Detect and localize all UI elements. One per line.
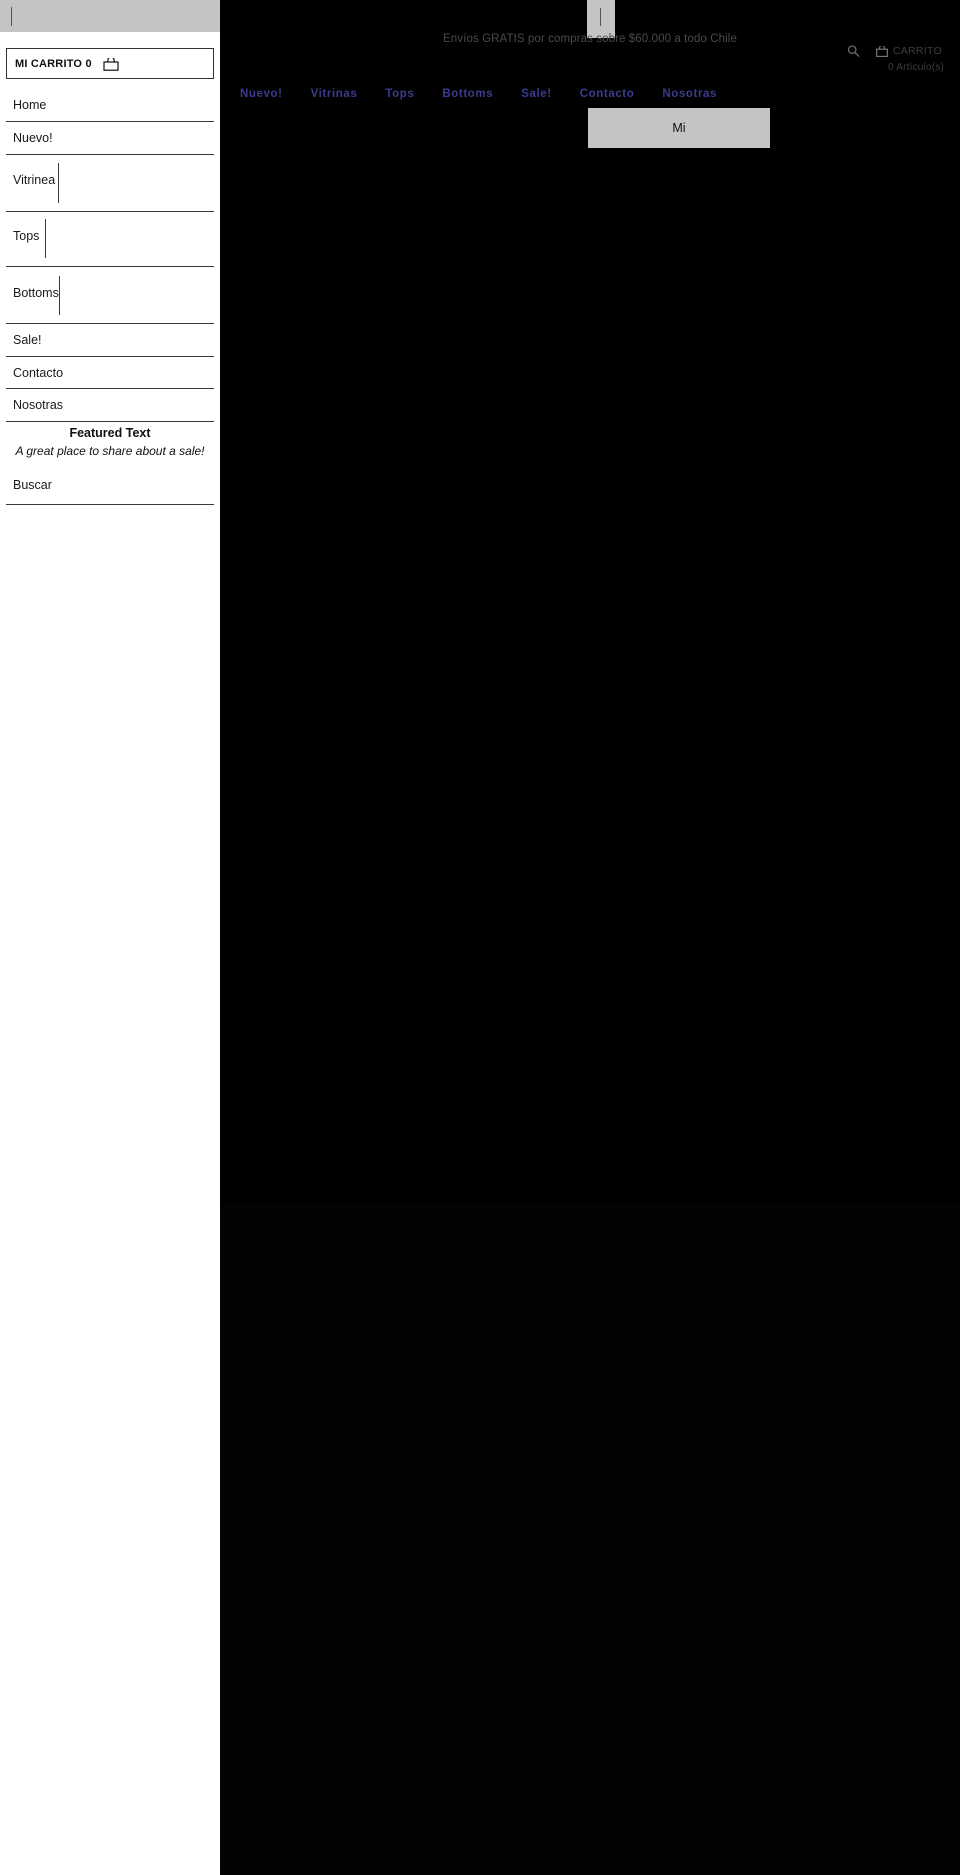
submenu-indicator-icon	[59, 276, 60, 315]
menu-item-label: Buscar	[13, 478, 52, 492]
site-lower-region	[220, 1205, 960, 1875]
submenu-indicator-icon	[45, 219, 46, 258]
mini-cart-label: MI CARRITO 0	[15, 58, 92, 70]
mini-cart-button[interactable]: MI CARRITO 0	[6, 48, 214, 79]
nav-link-bottoms[interactable]: Bottoms	[428, 88, 507, 100]
site-upper-region	[220, 0, 960, 1205]
menu-collapse-caret-icon	[11, 7, 12, 26]
cart-items-count: 0 Artículo(s)	[888, 62, 944, 73]
menu-item-label: Bottoms	[13, 286, 59, 300]
featured-text-block: Featured Text A great place to share abo…	[6, 424, 214, 460]
page-root: Envíos GRATIS por compras sobre $60.000 …	[0, 0, 960, 1875]
menu-item-label: Home	[13, 98, 47, 112]
menu-item-contacto[interactable]: Contacto	[6, 357, 214, 389]
mobile-menu-panel: MI CARRITO 0 Home Nuevo! Vitrinea Tops B…	[0, 0, 220, 1875]
nav-link-nuevo[interactable]: Nuevo!	[226, 88, 297, 100]
nav-link-sale[interactable]: Sale!	[507, 88, 566, 100]
menu-item-vitrinea[interactable]: Vitrinea	[6, 155, 214, 212]
account-panel-label: Mi	[672, 121, 686, 135]
search-icon[interactable]	[847, 44, 860, 58]
menu-item-home[interactable]: Home	[6, 88, 214, 122]
menu-item-bottoms[interactable]: Bottoms	[6, 267, 214, 324]
shopping-bag-icon	[103, 58, 119, 71]
menu-item-label: Vitrinea	[13, 173, 56, 187]
menu-item-buscar[interactable]: Buscar	[6, 468, 214, 505]
menu-item-label: Nosotras	[13, 398, 64, 412]
menu-item-label: Tops	[13, 229, 40, 243]
submenu-indicator-icon	[58, 163, 59, 203]
menu-item-nuevo[interactable]: Nuevo!	[6, 122, 214, 155]
account-panel[interactable]: Mi	[588, 108, 770, 148]
menu-item-tops[interactable]: Tops	[6, 212, 214, 267]
menu-item-nosotras[interactable]: Nosotras	[6, 389, 214, 422]
site-viewport: Envíos GRATIS por compras sobre $60.000 …	[220, 0, 960, 1875]
menu-item-sale[interactable]: Sale!	[6, 324, 214, 357]
main-navigation: Nuevo! Vitrinas Tops Bottoms Sale! Conta…	[220, 88, 960, 100]
nav-link-vitrinas[interactable]: Vitrinas	[297, 88, 372, 100]
featured-subtitle: A great place to share about a sale!	[15, 444, 205, 458]
cart-utility-label: CARRITO	[892, 45, 942, 57]
menu-item-label: Contacto	[13, 366, 64, 380]
nav-link-tops[interactable]: Tops	[371, 88, 428, 100]
menu-panel-header[interactable]	[0, 0, 220, 32]
cart-utility-link[interactable]: CARRITO	[875, 45, 942, 57]
utility-row: CARRITO	[847, 44, 942, 58]
shopping-bag-icon	[875, 45, 888, 57]
nav-link-contacto[interactable]: Contacto	[566, 88, 649, 100]
featured-title: Featured Text	[69, 426, 151, 440]
menu-item-label: Sale!	[13, 333, 42, 347]
menu-item-label: Nuevo!	[13, 131, 53, 145]
menu-toggle-caret-icon	[600, 8, 601, 26]
nav-link-nosotras[interactable]: Nosotras	[648, 88, 731, 100]
